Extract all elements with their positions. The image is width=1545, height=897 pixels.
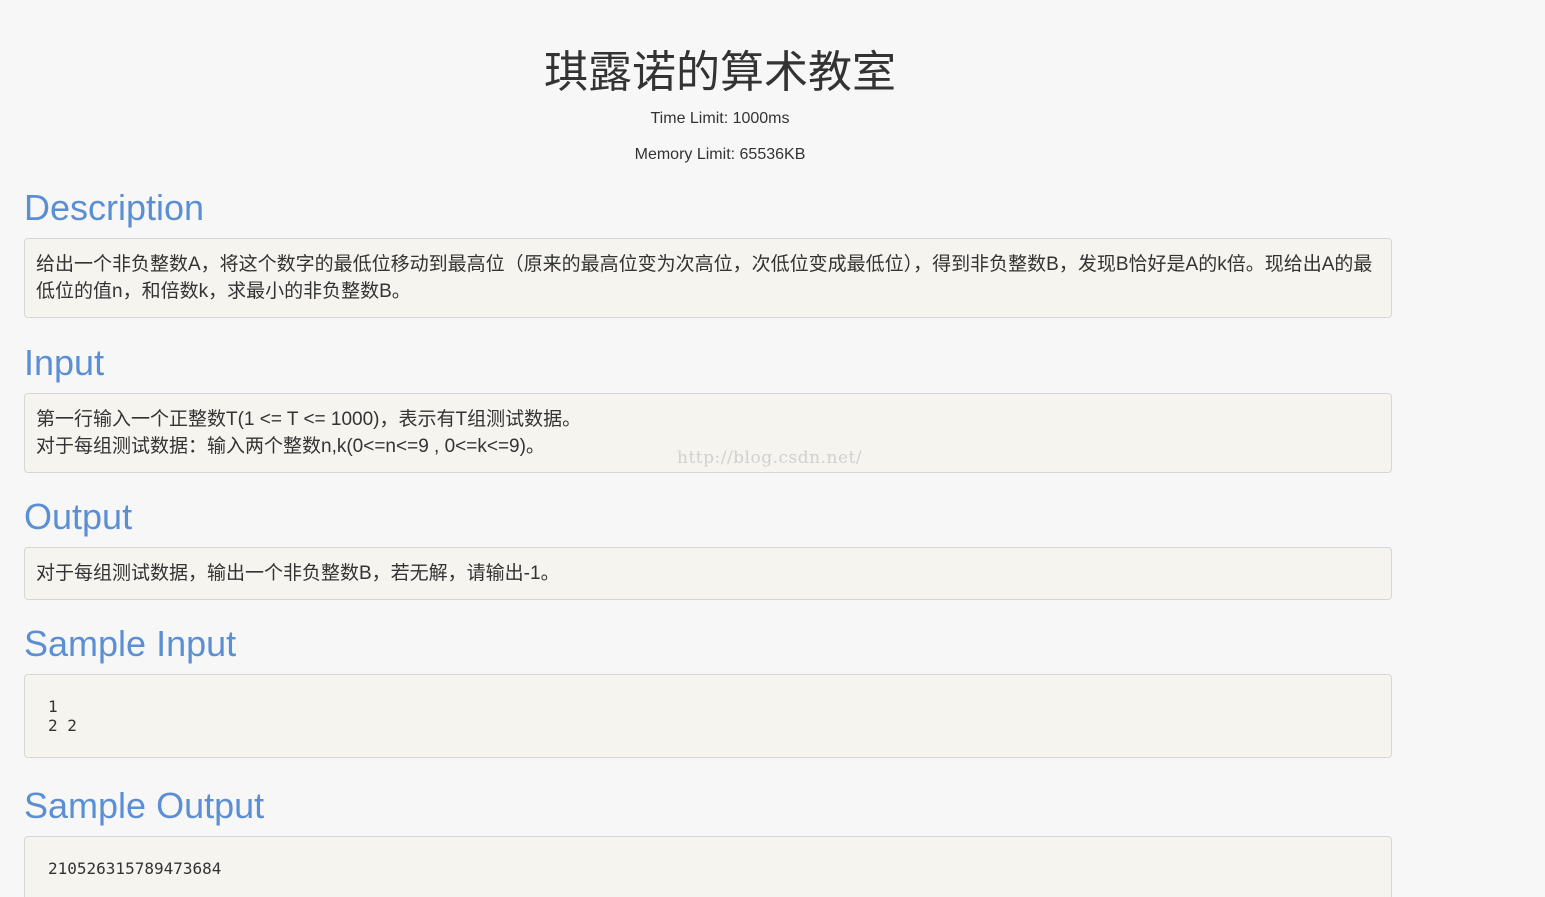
watermark-text: http://blog.csdn.net/: [677, 448, 863, 468]
sample-input-section: Sample Input 1 2 2: [24, 622, 1392, 758]
description-text: 给出一个非负整数A，将这个数字的最低位移动到最高位（原来的最高位变为次高位，次低…: [36, 254, 1373, 302]
description-section: Description 给出一个非负整数A，将这个数字的最低位移动到最高位（原来…: [24, 186, 1392, 318]
description-heading: Description: [24, 187, 205, 228]
input-heading: Input: [24, 342, 105, 383]
output-section: Output 对于每组测试数据，输出一个非负整数B，若无解，请输出-1。: [24, 495, 1392, 600]
output-text: 对于每组测试数据，输出一个非负整数B，若无解，请输出-1。: [36, 563, 560, 584]
problem-title: 琪露诺的算术教室: [544, 48, 896, 97]
sample-input-heading: Sample Input: [24, 623, 237, 664]
memory-limit: Memory Limit: 65536KB: [634, 146, 806, 163]
sample-output-heading: Sample Output: [24, 785, 265, 826]
problem-header: 琪露诺的算术教室 Time Limit: 1000ms Memory Limit…: [24, 0, 1416, 166]
output-heading: Output: [24, 496, 133, 537]
time-limit: Time Limit: 1000ms: [650, 110, 790, 127]
description-box: 给出一个非负整数A，将这个数字的最低位移动到最高位（原来的最高位变为次高位，次低…: [24, 238, 1392, 318]
problem-page: 琪露诺的算术教室 Time Limit: 1000ms Memory Limit…: [0, 0, 1545, 897]
sample-output-section: Sample Output 210526315789473684: [24, 784, 1392, 897]
input-line-1: 第一行输入一个正整数T(1 <= T <= 1000)，表示有T组测试数据。: [36, 409, 582, 430]
output-box: 对于每组测试数据，输出一个非负整数B，若无解，请输出-1。: [24, 547, 1392, 600]
sample-input-box[interactable]: 1 2 2: [24, 674, 1392, 758]
sample-output-box[interactable]: 210526315789473684: [24, 836, 1392, 897]
